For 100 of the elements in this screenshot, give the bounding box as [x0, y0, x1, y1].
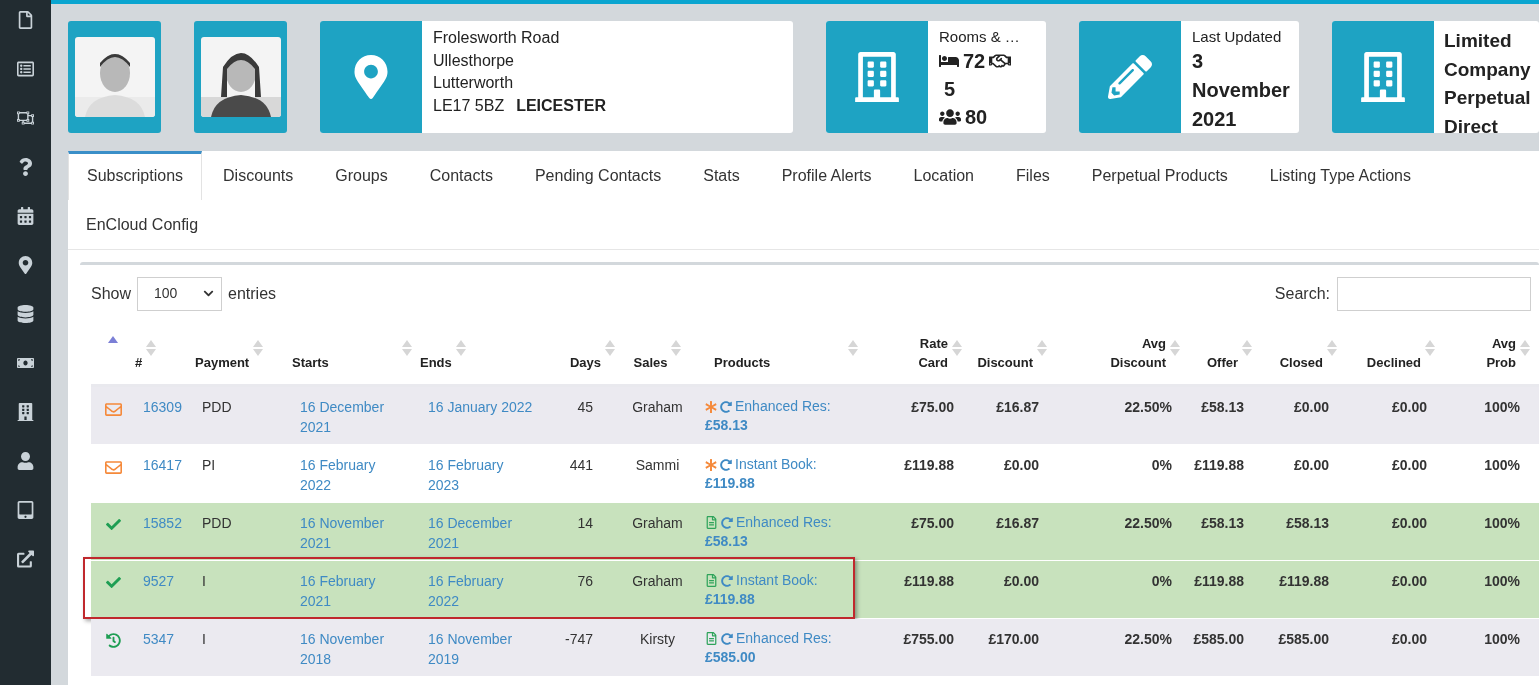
table-cell: 100% — [1484, 457, 1520, 473]
table-cell: PI — [202, 457, 216, 473]
pencil-icon — [1108, 55, 1152, 99]
table-cell: 100% — [1484, 399, 1520, 415]
table-cell: 441 — [569, 457, 593, 473]
tab[interactable]: Discounts — [205, 151, 312, 200]
sort-icon[interactable] — [1520, 339, 1530, 356]
document-icon — [705, 516, 718, 529]
table-cell: I — [202, 573, 206, 589]
column-header[interactable]: Rate Card — [918, 334, 948, 372]
sort-icon[interactable] — [1327, 339, 1337, 356]
column-header[interactable]: Products — [714, 353, 771, 372]
calendar-icon[interactable] — [17, 207, 34, 225]
search-field[interactable] — [1337, 276, 1531, 311]
envelope-icon — [104, 459, 122, 476]
sort-icon[interactable] — [455, 339, 466, 356]
column-header[interactable]: Sales — [633, 353, 668, 372]
database-icon[interactable] — [17, 305, 34, 323]
table-cell: £119.88 — [904, 573, 954, 589]
list-icon[interactable] — [17, 60, 34, 78]
sort-icon[interactable] — [1425, 339, 1435, 356]
end-date: 16 February 2023 — [428, 457, 504, 493]
sort-icon[interactable] — [952, 339, 962, 356]
map-pin-icon[interactable] — [17, 256, 34, 274]
file-icon[interactable] — [17, 11, 34, 29]
partner-count: 5 — [943, 77, 957, 102]
table-cell: £0.00 — [1293, 399, 1329, 415]
column-header[interactable]: # — [135, 353, 143, 372]
tablet-icon[interactable] — [17, 501, 34, 519]
tab[interactable]: Subscriptions — [68, 151, 203, 200]
column-header[interactable]: Avg Discount — [1110, 334, 1166, 372]
sort-icon[interactable] — [848, 339, 858, 356]
table-cell: 0% — [1151, 573, 1172, 589]
document-icon — [705, 574, 718, 587]
table-cell: £0.00 — [1293, 457, 1329, 473]
table-cell: £16.87 — [996, 399, 1039, 415]
column-header[interactable]: Closed — [1279, 353, 1323, 372]
check-icon — [105, 575, 121, 590]
search-label: Search: — [1274, 283, 1330, 304]
sort-icon[interactable] — [1170, 339, 1180, 356]
sort-ascending-icon[interactable] — [108, 336, 118, 343]
start-date: 16 November 2021 — [300, 515, 385, 551]
group-icon — [939, 106, 961, 128]
selection-icon[interactable] — [17, 109, 34, 127]
column-header[interactable]: Days — [569, 353, 601, 372]
product-link[interactable]: Instant Book: — [735, 455, 817, 474]
sort-icon[interactable] — [253, 339, 264, 356]
tab[interactable]: Perpetual Products — [1073, 151, 1246, 200]
page-size-select[interactable]: 100 — [137, 276, 223, 311]
column-header[interactable]: Starts — [292, 353, 329, 372]
end-date: 16 December 2021 — [428, 515, 513, 551]
table-cell: £58.13 — [1286, 515, 1329, 531]
end-date: 16 February 2022 — [428, 573, 504, 609]
refresh-icon — [721, 574, 733, 587]
sort-icon[interactable] — [605, 339, 615, 356]
product-price: £119.88 — [705, 474, 755, 493]
history-icon — [105, 633, 121, 648]
column-header[interactable]: Ends — [420, 353, 452, 372]
tab[interactable]: Stats — [685, 151, 758, 200]
help-icon[interactable] — [17, 158, 34, 176]
table-cell: 22.50% — [1124, 515, 1172, 531]
sort-icon[interactable] — [671, 339, 682, 356]
subscription-id-link[interactable]: 16417 — [143, 457, 182, 473]
table-cell: 0% — [1151, 457, 1172, 473]
building-icon[interactable] — [17, 403, 34, 421]
start-date: 16 February 2022 — [300, 457, 376, 493]
bed-count: 72 — [963, 49, 986, 74]
sort-icon[interactable] — [1037, 339, 1047, 356]
tab[interactable]: Profile Alerts — [763, 151, 890, 200]
table-cell: 14 — [577, 515, 593, 531]
table-cell: -747 — [564, 631, 593, 647]
table-cell: £170.00 — [988, 631, 1039, 647]
sort-icon[interactable] — [146, 339, 157, 356]
column-header[interactable]: Payment — [195, 353, 250, 372]
end-date: 16 November 2019 — [428, 631, 513, 667]
refresh-icon — [721, 632, 733, 645]
table-cell: £0.00 — [1391, 399, 1427, 415]
sort-icon[interactable] — [402, 339, 412, 356]
tab[interactable]: Groups — [317, 151, 406, 200]
external-link-icon[interactable] — [17, 550, 34, 568]
table-cell: £755.00 — [903, 631, 954, 647]
column-header[interactable]: Discount — [977, 353, 1033, 372]
tab[interactable]: Pending Contacts — [516, 151, 680, 200]
tab[interactable]: Listing Type Actions — [1251, 151, 1429, 200]
tab[interactable]: EnCloud Config — [68, 200, 217, 249]
user-icon[interactable] — [17, 452, 34, 470]
sort-icon[interactable] — [1242, 339, 1252, 356]
city: LEICESTER — [516, 95, 606, 116]
tab[interactable]: Contacts — [411, 151, 511, 200]
table-cell: £0.00 — [1003, 457, 1039, 473]
table-cell: £119.88 — [904, 457, 954, 473]
column-header[interactable]: Declined — [1366, 353, 1421, 372]
table-cell: 100% — [1484, 573, 1520, 589]
tab[interactable]: Files — [998, 151, 1068, 200]
column-header[interactable]: Offer — [1206, 353, 1238, 372]
company-type: Limited Company Perpetual Direct — [1444, 29, 1532, 133]
tab[interactable]: Location — [895, 151, 992, 200]
table-cell: PDD — [202, 399, 232, 415]
column-header[interactable]: Avg Prob — [1486, 334, 1516, 372]
table-cell: £75.00 — [911, 515, 954, 531]
